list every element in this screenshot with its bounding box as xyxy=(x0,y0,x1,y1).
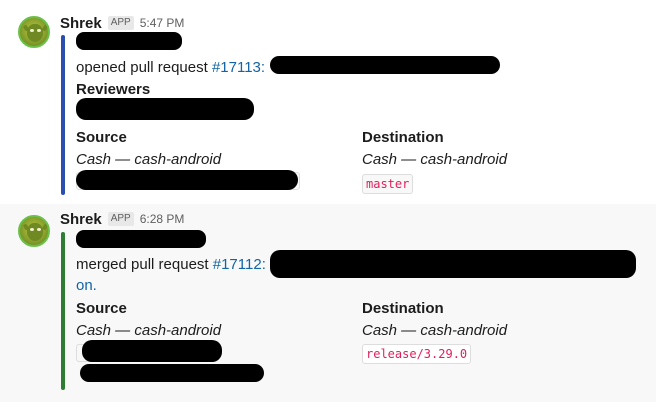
pr-link[interactable]: #17112: xyxy=(213,256,266,273)
destination-repo: Cash — cash-android xyxy=(362,151,508,168)
destination-label: Destination xyxy=(362,300,444,317)
message-header: Shrek APP 5:47 PM xyxy=(60,14,184,32)
redacted-title xyxy=(76,32,182,50)
pr-action-text: opened pull request xyxy=(76,59,212,76)
timestamp[interactable]: 6:28 PM xyxy=(140,212,185,226)
shrek-avatar-icon[interactable] xyxy=(18,16,50,48)
attachment-color-bar xyxy=(61,35,65,195)
redacted-source-branch xyxy=(82,340,222,362)
pr-action-line: opened pull request #17113: xyxy=(76,59,265,76)
destination-branch-code: master xyxy=(362,174,414,194)
attachment-color-bar xyxy=(61,232,65,390)
redacted-pr-title xyxy=(270,56,500,74)
destination-repo: Cash — cash-android xyxy=(362,322,508,339)
redacted-source-branch xyxy=(76,170,298,190)
sender-name[interactable]: Shrek xyxy=(60,211,102,228)
pr-link[interactable]: #17113: xyxy=(212,59,265,76)
redacted-reviewers xyxy=(76,98,254,120)
redacted-pr-title xyxy=(270,250,636,278)
message-header: Shrek APP 6:28 PM xyxy=(60,210,184,228)
app-badge: APP xyxy=(107,212,134,226)
reviewers-label: Reviewers xyxy=(76,81,151,98)
destination-label: Destination xyxy=(362,129,444,146)
pr-action-text: merged pull request xyxy=(76,256,213,273)
sender-name[interactable]: Shrek xyxy=(60,15,102,32)
redacted-source-branch-2 xyxy=(80,364,264,382)
shrek-avatar-icon[interactable] xyxy=(18,215,50,247)
source-label: Source xyxy=(76,129,127,146)
pr-action-line: merged pull request #17112: xyxy=(76,256,266,273)
timestamp[interactable]: 5:47 PM xyxy=(140,16,185,30)
app-badge: APP xyxy=(107,16,134,30)
pr-title-tail[interactable]: on. xyxy=(76,277,97,294)
destination-branch-code: release/3.29.0 xyxy=(362,344,472,364)
source-label: Source xyxy=(76,300,127,317)
source-repo: Cash — cash-android xyxy=(76,322,222,339)
message-item: Shrek APP 5:47 PM opened pull request #1… xyxy=(0,0,656,204)
message-item: Shrek APP 6:28 PM merged pull request #1… xyxy=(0,204,656,402)
redacted-title xyxy=(76,230,206,248)
source-repo: Cash — cash-android xyxy=(76,151,222,168)
